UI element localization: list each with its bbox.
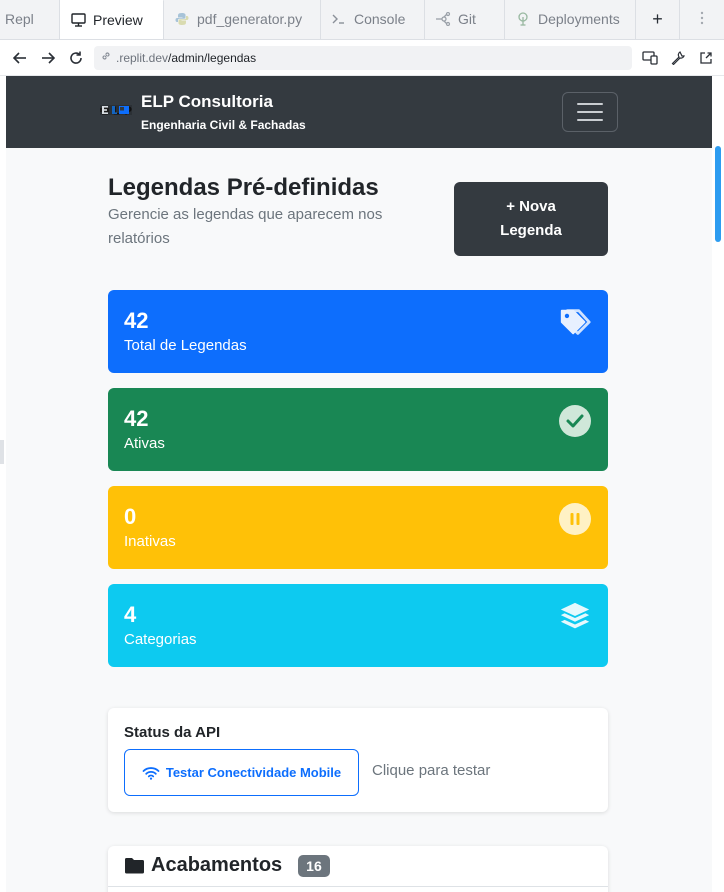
page-title: Legendas Pré-definidas <box>108 174 379 201</box>
link-icon <box>100 50 112 65</box>
address-bar: .replit.dev/admin/legendas <box>0 40 724 76</box>
more-vertical-icon <box>700 11 704 28</box>
category-name: Acabamentos <box>151 854 283 876</box>
new-legend-button[interactable]: + Nova Legenda <box>454 182 608 256</box>
forward-button[interactable] <box>34 44 62 72</box>
pause-circle-icon <box>558 502 592 536</box>
wifi-icon <box>142 766 160 780</box>
site-navbar: ELP ELP Consultoria Engenharia Civil & F… <box>6 76 712 148</box>
new-legend-label-line2: Legenda <box>500 222 562 239</box>
test-connectivity-button[interactable]: Testar Conectividade Mobile <box>124 749 359 796</box>
stat-label: Total de Legendas <box>124 337 247 354</box>
page-scrollbar[interactable] <box>712 76 724 892</box>
stat-card-active: 42 Ativas <box>108 388 608 471</box>
tab-label: Repl <box>5 11 34 27</box>
plus-icon: + <box>652 8 663 29</box>
deploy-icon <box>515 11 531 27</box>
device-toggle-button[interactable] <box>638 44 662 72</box>
stat-value: 4 <box>124 602 137 627</box>
workspace-tab-bar: Repl Preview pdf_generator.py Console Gi… <box>0 0 724 40</box>
category-section: Acabamentos 16 <box>108 846 608 892</box>
check-circle-icon <box>558 404 592 438</box>
layers-icon <box>558 600 592 634</box>
reload-button[interactable] <box>62 44 90 72</box>
api-status-card: Status da API Testar Conectividade Mobil… <box>108 708 608 812</box>
stat-card-total: 42 Total de Legendas <box>108 290 608 373</box>
url-host: .replit.dev <box>116 50 169 65</box>
monitor-icon <box>70 12 86 28</box>
more-tabs-button[interactable] <box>680 0 724 39</box>
category-count-badge: 16 <box>298 854 330 877</box>
stat-card-categories: 4 Categorias <box>108 584 608 667</box>
tab-label: pdf_generator.py <box>197 11 303 27</box>
folder-icon <box>125 858 144 874</box>
stat-label: Categorias <box>124 631 197 648</box>
stat-label: Ativas <box>124 435 165 452</box>
tab-label: Console <box>354 11 406 27</box>
external-link-icon <box>700 51 712 64</box>
tab-label: Git <box>458 11 476 27</box>
arrow-left-icon <box>13 51 26 64</box>
tab-label: Deployments <box>538 11 620 27</box>
url-field[interactable]: .replit.dev/admin/legendas <box>94 45 632 70</box>
stat-card-inactive: 0 Inativas <box>108 486 608 569</box>
stat-value: 42 <box>124 406 149 431</box>
hamburger-icon <box>577 103 603 105</box>
tab-preview[interactable]: Preview <box>60 0 164 39</box>
python-icon <box>174 11 190 27</box>
tab-console[interactable]: Console <box>321 0 425 39</box>
tab-label: Preview <box>93 12 143 28</box>
scrollbar-thumb[interactable] <box>715 146 721 242</box>
stat-value: 42 <box>124 308 149 333</box>
menu-toggle-button[interactable] <box>562 92 618 132</box>
devices-icon <box>642 50 658 65</box>
api-status-hint: Clique para testar <box>372 762 491 779</box>
git-icon <box>435 11 451 27</box>
preview-viewport: ELP ELP Consultoria Engenharia Civil & F… <box>6 76 712 892</box>
tab-pdf-generator[interactable]: pdf_generator.py <box>164 0 321 39</box>
tags-icon <box>558 306 592 340</box>
panel-resize-handle[interactable] <box>0 440 4 464</box>
stat-value: 0 <box>124 504 137 529</box>
brand-logo[interactable]: ELP <box>100 102 132 118</box>
new-tab-button[interactable]: + <box>636 0 680 39</box>
tab-deployments[interactable]: Deployments <box>505 0 636 39</box>
devtools-button[interactable] <box>666 44 690 72</box>
page-subtitle: Gerencie as legendas que aparecem nos re… <box>108 206 383 247</box>
arrow-right-icon <box>42 51 55 64</box>
category-header[interactable]: Acabamentos 16 <box>124 854 330 877</box>
tab-repl[interactable]: Repl <box>0 0 60 39</box>
terminal-icon <box>331 11 347 27</box>
reload-icon <box>70 51 82 64</box>
elp-logo-icon: ELP <box>100 105 132 118</box>
back-button[interactable] <box>6 44 34 72</box>
wrench-icon <box>671 50 685 65</box>
tab-git[interactable]: Git <box>425 0 505 39</box>
new-legend-label-line1: + Nova <box>506 198 556 215</box>
test-connectivity-label: Testar Conectividade Mobile <box>165 765 342 780</box>
open-new-window-button[interactable] <box>694 44 718 72</box>
url-path: /admin/legendas <box>168 50 257 65</box>
brand-name[interactable]: ELP Consultoria <box>141 92 273 112</box>
api-status-title: Status da API <box>124 724 221 741</box>
stat-label: Inativas <box>124 533 176 550</box>
brand-tagline: Engenharia Civil & Fachadas <box>141 118 306 132</box>
divider <box>108 886 608 887</box>
